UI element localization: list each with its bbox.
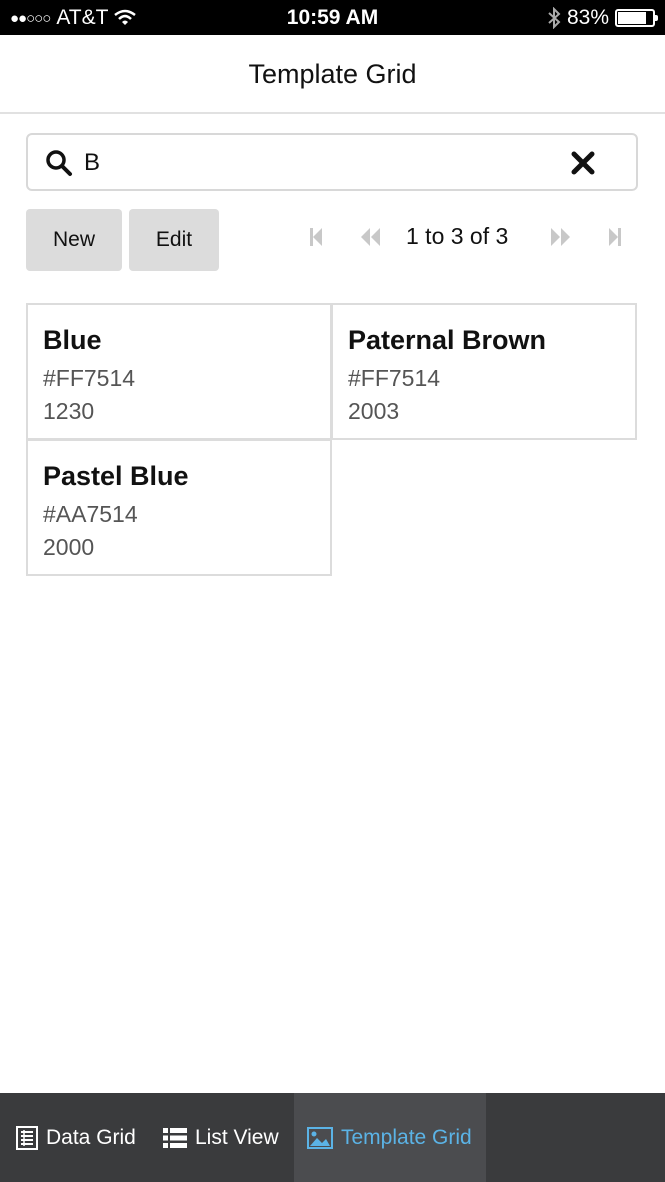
tab-label: Data Grid [46, 1125, 136, 1149]
close-icon[interactable] [570, 150, 596, 176]
grid-card[interactable]: Pastel Blue #AA7514 2000 [26, 439, 332, 576]
grid-card[interactable]: Blue #FF7514 1230 [26, 303, 332, 440]
page-title: Template Grid [248, 59, 417, 89]
card-color-code: #FF7514 [348, 365, 441, 391]
new-button[interactable]: New [26, 209, 122, 271]
grid-card[interactable]: Paternal Brown #FF7514 2003 [331, 303, 637, 440]
search-icon [46, 150, 72, 176]
nav-header: Template Grid [0, 35, 665, 114]
card-number: 2000 [43, 534, 95, 560]
battery-icon [615, 9, 658, 27]
template-grid-icon [307, 1126, 333, 1149]
tab-bar: Data Grid List View Template Grid [0, 1093, 665, 1182]
card-number: 2003 [348, 398, 400, 424]
previous-page-icon[interactable] [358, 224, 382, 250]
tab-label: List View [195, 1125, 279, 1149]
pager-status: 1 to 3 of 3 [406, 223, 509, 249]
card-title: Paternal Brown [348, 325, 547, 355]
list-view-icon [163, 1127, 187, 1148]
edit-button[interactable]: Edit [129, 209, 219, 271]
next-page-icon[interactable] [549, 224, 573, 250]
tab-label: Template Grid [341, 1125, 472, 1149]
card-color-code: #AA7514 [43, 501, 138, 527]
battery-percent: 83% [566, 6, 609, 29]
search-input[interactable] [82, 143, 566, 183]
first-page-icon[interactable] [308, 224, 324, 250]
card-color-code: #FF7514 [43, 365, 136, 391]
status-bar: ●●○○○ AT&T 10:59 AM 83% [0, 0, 665, 35]
tab-template-grid[interactable]: Template Grid [294, 1093, 486, 1182]
card-title: Blue [43, 325, 102, 355]
bluetooth-icon [548, 7, 561, 29]
status-right: 83% [547, 6, 658, 30]
battery-level [618, 12, 646, 24]
last-page-icon[interactable] [607, 224, 623, 250]
card-title: Pastel Blue [43, 461, 189, 491]
search-bar [26, 133, 638, 191]
card-number: 1230 [43, 398, 95, 424]
data-grid-icon [16, 1125, 38, 1150]
tab-data-grid[interactable]: Data Grid [16, 1093, 146, 1182]
tab-list-view[interactable]: List View [163, 1093, 288, 1182]
